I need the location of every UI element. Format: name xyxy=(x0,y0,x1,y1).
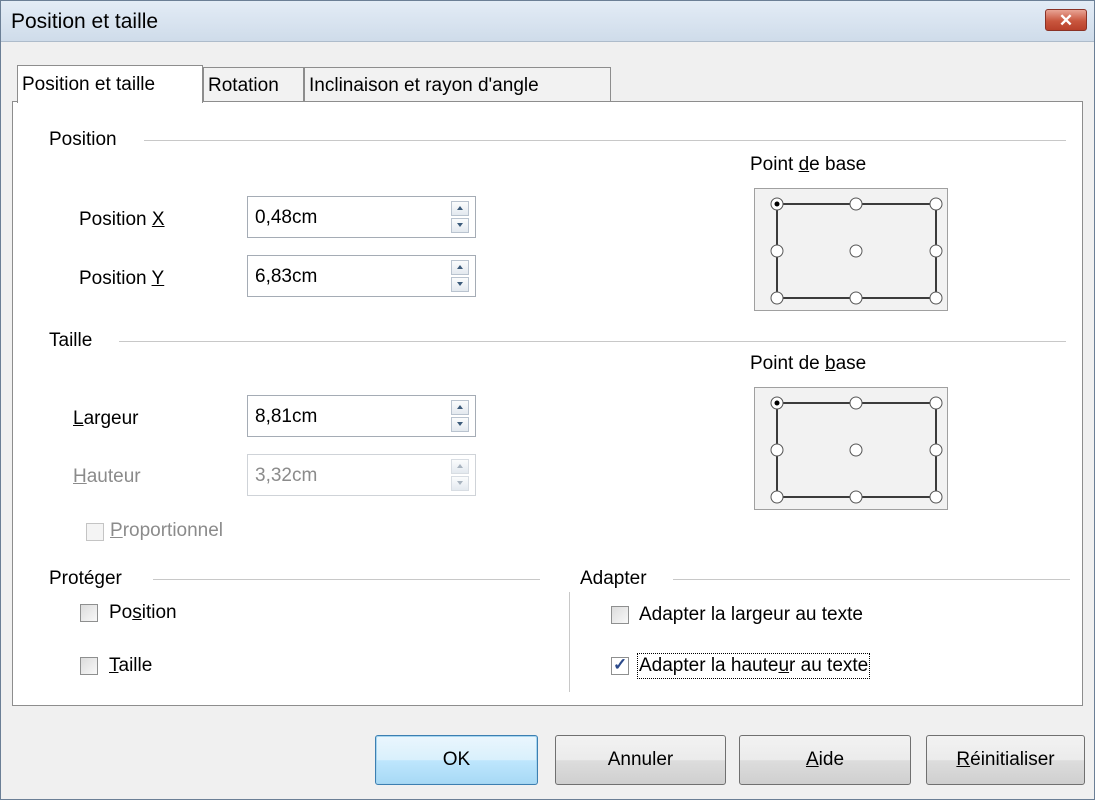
position-base-point-selector[interactable] xyxy=(754,188,948,311)
fit-group-title: Adapter xyxy=(580,568,647,589)
protect-group-line xyxy=(153,579,540,580)
spin-up-icon[interactable] xyxy=(451,201,469,216)
position-group-title: Position xyxy=(49,129,117,150)
position-x-field[interactable]: 0,48cm xyxy=(247,196,476,238)
close-icon: ✕ xyxy=(1058,11,1074,30)
ok-button[interactable]: OK xyxy=(375,735,538,785)
tab-position-size[interactable]: Position et taille xyxy=(17,65,203,103)
size-base-point-selector[interactable] xyxy=(754,387,948,510)
tab-panel: Position Position X 0,48cm Position Y 6,… xyxy=(12,101,1083,706)
width-spinner[interactable] xyxy=(451,400,469,432)
tab-slant-corner-radius[interactable]: Inclinaison et rayon d'angle xyxy=(304,67,611,102)
protect-size-checkbox[interactable] xyxy=(80,657,98,675)
title-bar: Position et taille ✕ xyxy=(1,1,1094,42)
position-size-dialog: Position et taille ✕ Position et taille … xyxy=(0,0,1095,800)
cancel-button[interactable]: Annuler xyxy=(555,735,726,785)
group-separator xyxy=(569,592,570,692)
position-group-line xyxy=(144,140,1066,141)
position-x-spinner[interactable] xyxy=(451,201,469,233)
fit-height-label: Adapter la hauteur au texte xyxy=(636,653,871,679)
position-y-value: 6,83cm xyxy=(255,266,318,287)
height-field: 3,32cm xyxy=(247,454,476,496)
fit-width-checkbox[interactable] xyxy=(611,606,629,624)
position-y-spinner[interactable] xyxy=(451,260,469,292)
spin-down-icon[interactable] xyxy=(451,417,469,432)
tab-label: Inclinaison et rayon d'angle xyxy=(309,75,539,96)
help-button[interactable]: Aide xyxy=(739,735,911,785)
spin-up-icon[interactable] xyxy=(451,260,469,275)
fit-group-line xyxy=(673,579,1070,580)
protect-position-checkbox[interactable] xyxy=(80,604,98,622)
fit-height-checkbox[interactable] xyxy=(611,655,629,675)
size-group-title: Taille xyxy=(49,330,93,351)
base-point-grid-icon xyxy=(770,396,943,504)
fit-width-label: Adapter la largeur au texte xyxy=(639,604,863,625)
position-y-field[interactable]: 6,83cm xyxy=(247,255,476,297)
size-base-point-label: Point de base xyxy=(750,353,867,374)
tab-label: Position et taille xyxy=(22,74,156,95)
position-base-point-label: Point de base xyxy=(750,154,867,175)
spin-down-icon xyxy=(451,476,469,491)
width-field[interactable]: 8,81cm xyxy=(247,395,476,437)
tab-rotation[interactable]: Rotation xyxy=(203,67,304,102)
proportional-checkbox xyxy=(86,523,104,541)
protect-position-label: Position xyxy=(109,602,177,623)
base-point-grid-icon xyxy=(770,197,943,305)
height-spinner xyxy=(451,459,469,491)
spin-up-icon[interactable] xyxy=(451,400,469,415)
spin-down-icon[interactable] xyxy=(451,218,469,233)
spin-down-icon[interactable] xyxy=(451,277,469,292)
proportional-label: Proportionnel xyxy=(110,520,224,541)
position-x-value: 0,48cm xyxy=(255,207,318,228)
spin-up-icon xyxy=(451,459,469,474)
protect-group-title: Protéger xyxy=(49,568,122,589)
tab-label: Rotation xyxy=(208,75,279,96)
position-x-label: Position X xyxy=(79,209,165,230)
close-button[interactable]: ✕ xyxy=(1045,9,1087,31)
width-value: 8,81cm xyxy=(255,406,318,427)
protect-size-label: Taille xyxy=(109,655,153,676)
reset-button[interactable]: Réinitialiser xyxy=(926,735,1085,785)
position-y-label: Position Y xyxy=(79,268,165,289)
size-group-line xyxy=(119,341,1066,342)
width-label: Largeur xyxy=(73,408,139,429)
height-value: 3,32cm xyxy=(255,465,318,486)
height-label: Hauteur xyxy=(73,466,141,487)
window-title: Position et taille xyxy=(11,10,159,33)
